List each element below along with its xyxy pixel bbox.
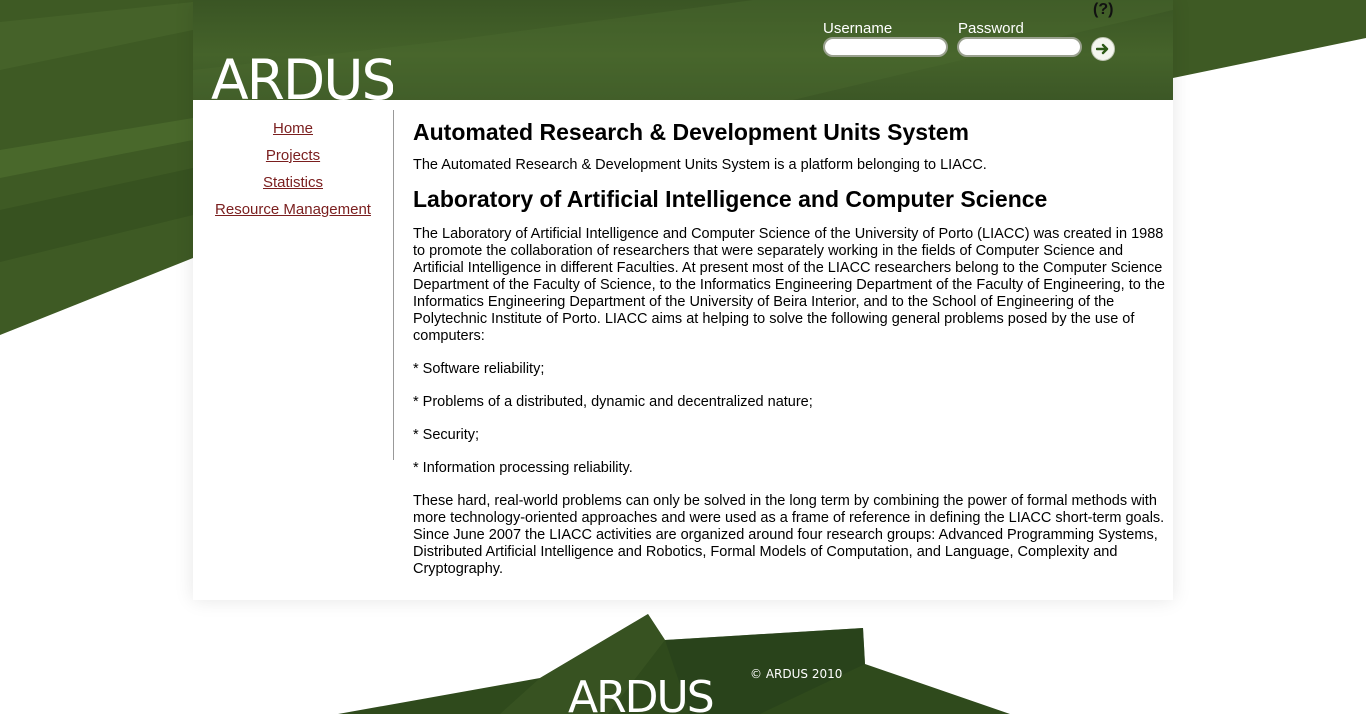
bullet-item: * Security; — [413, 427, 480, 443]
sidebar-nav: Home Projects Statistics Resource Manage… — [193, 110, 394, 460]
arrow-right-icon — [1096, 43, 1109, 55]
password-input[interactable] — [957, 37, 1082, 57]
nav-home[interactable]: Home — [273, 120, 313, 137]
closing-text: These hard, real-world problems can only… — [413, 493, 1165, 577]
footer-logo: ARDUS — [568, 674, 713, 714]
username-input[interactable] — [823, 37, 948, 57]
help-link[interactable]: (?) — [1093, 1, 1113, 19]
footer-copyright: © ARDUS 2010 — [750, 667, 843, 681]
bullet-item: * Information processing reliability. — [413, 460, 633, 476]
password-label: Password — [958, 20, 1024, 37]
bullet-item: * Software reliability; — [413, 361, 545, 377]
lab-description: The Laboratory of Artificial Intelligenc… — [413, 226, 1165, 344]
header: ARDUS (?) Username Password — [193, 0, 1173, 100]
lab-heading: Laboratory of Artificial Intelligence an… — [413, 186, 1048, 212]
nav-statistics[interactable]: Statistics — [263, 174, 323, 191]
ardus-logo: ARDUS — [211, 48, 393, 100]
page-container: ARDUS (?) Username Password Home Project… — [193, 0, 1173, 600]
nav-projects[interactable]: Projects — [266, 147, 320, 164]
username-label: Username — [823, 20, 893, 37]
login-submit-button[interactable] — [1091, 37, 1115, 61]
bullet-item: * Problems of a distributed, dynamic and… — [413, 394, 813, 410]
main-content: Automated Research & Development Units S… — [413, 116, 1173, 578]
page-title: Automated Research & Development Units S… — [413, 119, 969, 145]
intro-text: The Automated Research & Development Uni… — [413, 157, 987, 173]
nav-resource-management[interactable]: Resource Management — [215, 201, 371, 218]
